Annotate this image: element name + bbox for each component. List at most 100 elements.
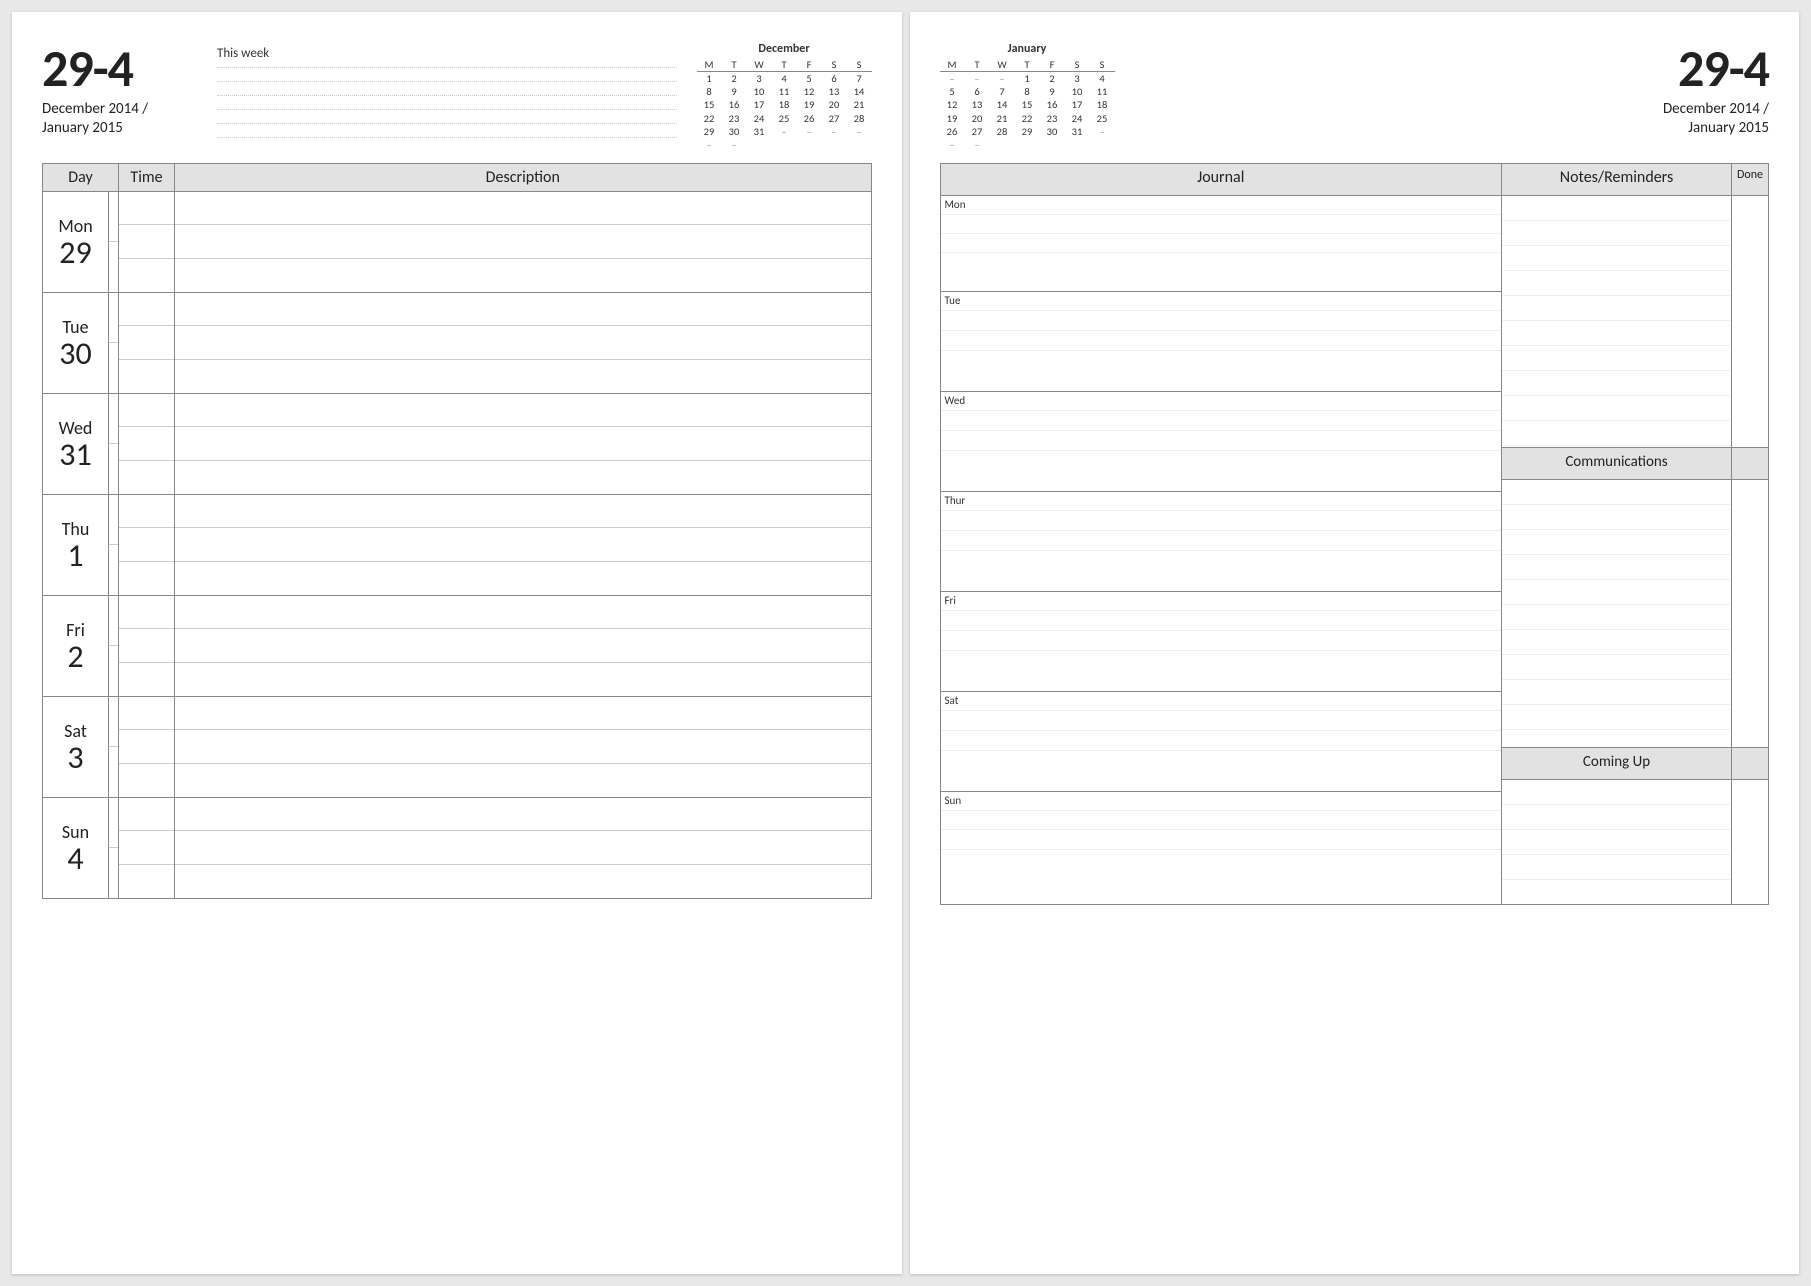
mini-cal-cell: – — [940, 138, 965, 151]
mini-cal-cell: 24 — [747, 112, 772, 125]
schedule-row: Mon29 — [43, 191, 872, 292]
schedule-time-cell — [119, 191, 175, 292]
mini-cal-left-title: December — [697, 42, 872, 56]
planner-spread: 29-4 December 2014 / January 2015 This w… — [12, 12, 1799, 1274]
mini-cal-cell: 15 — [1015, 98, 1040, 111]
left-page: 29-4 December 2014 / January 2015 This w… — [12, 12, 902, 1274]
mini-cal-cell: 12 — [940, 98, 965, 111]
mini-cal-cell: 2 — [722, 72, 747, 86]
coming-up-header: Coming Up — [1502, 748, 1731, 780]
coming-up-block — [1502, 780, 1731, 904]
mini-cal-cell: 21 — [847, 98, 872, 111]
mini-cal-cell: – — [772, 125, 797, 138]
journal-day-label: Mon — [945, 198, 966, 211]
mini-cal-cell: 7 — [847, 72, 872, 86]
mini-cal-cell — [822, 138, 847, 151]
mini-cal-cell: 7 — [990, 85, 1015, 98]
schedule-time-cell — [119, 797, 175, 898]
mini-cal-cell: 11 — [772, 85, 797, 98]
schedule-time-cell — [119, 292, 175, 393]
journal-day: Wed — [941, 392, 1502, 492]
schedule-time-cell — [119, 494, 175, 595]
schedule-daynum: 31 — [43, 439, 108, 471]
schedule-day-cell: Sun4 — [43, 797, 109, 898]
this-week-lines — [217, 67, 677, 138]
mini-cal-cell: 27 — [965, 125, 990, 138]
schedule-desc-cell — [175, 595, 871, 696]
schedule-row: Thu1 — [43, 494, 872, 595]
schedule-row: Sat3 — [43, 696, 872, 797]
schedule-daynum: 29 — [43, 237, 108, 269]
journal-day: Sat — [941, 692, 1502, 792]
schedule-time-cell — [119, 595, 175, 696]
mini-cal-cell: 18 — [772, 98, 797, 111]
journal-day-label: Tue — [945, 294, 961, 307]
communications-block — [1502, 480, 1731, 748]
mini-cal-cell: 3 — [747, 72, 772, 86]
date-sub-line2-right: January 2015 — [1614, 119, 1769, 138]
journal-day: Fri — [941, 592, 1502, 692]
date-sub-line1: December 2014 / — [42, 100, 197, 119]
mini-cal-cell: 19 — [940, 112, 965, 125]
journal-day-label: Sat — [945, 694, 959, 707]
schedule-daynum: 3 — [43, 742, 108, 774]
mini-cal-cell: 25 — [772, 112, 797, 125]
mini-cal-cell — [772, 138, 797, 151]
mini-cal-dow: F — [797, 58, 822, 72]
schedule-time-cell — [119, 696, 175, 797]
mini-cal-cell: 1 — [1015, 72, 1040, 86]
schedule-spacer — [109, 191, 119, 292]
schedule-header-day: Day — [43, 163, 119, 191]
mini-cal-cell: 4 — [772, 72, 797, 86]
mini-cal-cell: 9 — [722, 85, 747, 98]
schedule-day-cell: Thu1 — [43, 494, 109, 595]
schedule-spacer — [109, 696, 119, 797]
mini-cal-cell — [1040, 138, 1065, 151]
mini-cal-dow: W — [747, 58, 772, 72]
mini-cal-cell: 11 — [1090, 85, 1115, 98]
mini-cal-cell: 14 — [990, 98, 1015, 111]
schedule-row: Wed31 — [43, 393, 872, 494]
journal-day: Thur — [941, 492, 1502, 592]
mini-cal-cell: 13 — [965, 98, 990, 111]
mini-cal-dow: S — [847, 58, 872, 72]
right-grid: Journal Notes/Reminders Done MonTueWedTh… — [940, 163, 1770, 905]
mini-cal-dow: S — [822, 58, 847, 72]
mini-cal-cell: 12 — [797, 85, 822, 98]
journal-day-label: Fri — [945, 594, 956, 607]
mini-cal-cell: 17 — [1065, 98, 1090, 111]
schedule-spacer — [109, 292, 119, 393]
mini-cal-cell: 30 — [722, 125, 747, 138]
schedule-desc-cell — [175, 393, 871, 494]
schedule-spacer — [109, 393, 119, 494]
mini-cal-cell: 31 — [747, 125, 772, 138]
mini-cal-cell: 22 — [1015, 112, 1040, 125]
mini-cal-dow: T — [772, 58, 797, 72]
journal-day-label: Thur — [945, 494, 966, 507]
mini-cal-cell: 23 — [722, 112, 747, 125]
mini-cal-cell: 29 — [697, 125, 722, 138]
mini-cal-cell: 3 — [1065, 72, 1090, 86]
mini-cal-cell: 17 — [747, 98, 772, 111]
mini-cal-dow: T — [1015, 58, 1040, 72]
mini-cal-cell: 6 — [965, 85, 990, 98]
schedule-header-desc: Description — [175, 163, 871, 191]
journal-column: MonTueWedThurFriSatSun — [941, 196, 1503, 904]
schedule-table: Day Time Description Mon29Tue30Wed31Thu1… — [42, 163, 872, 899]
schedule-daynum: 4 — [43, 843, 108, 875]
mini-cal-cell — [1015, 138, 1040, 151]
this-week-label: This week — [217, 46, 677, 61]
mini-cal-cell: 31 — [1065, 125, 1090, 138]
mini-cal-cell: 18 — [1090, 98, 1115, 111]
mini-cal-dow: T — [965, 58, 990, 72]
mini-cal-cell: 26 — [797, 112, 822, 125]
mini-cal-cell: 15 — [697, 98, 722, 111]
mini-cal-cell: 6 — [822, 72, 847, 86]
right-header: January MTWTFSS –––123456789101112131415… — [940, 42, 1770, 151]
mini-cal-cell: 8 — [697, 85, 722, 98]
mini-cal-cell: – — [797, 125, 822, 138]
mini-cal-cell: 10 — [1065, 85, 1090, 98]
mini-cal-cell: 21 — [990, 112, 1015, 125]
schedule-day-cell: Fri2 — [43, 595, 109, 696]
schedule-desc-cell — [175, 494, 871, 595]
